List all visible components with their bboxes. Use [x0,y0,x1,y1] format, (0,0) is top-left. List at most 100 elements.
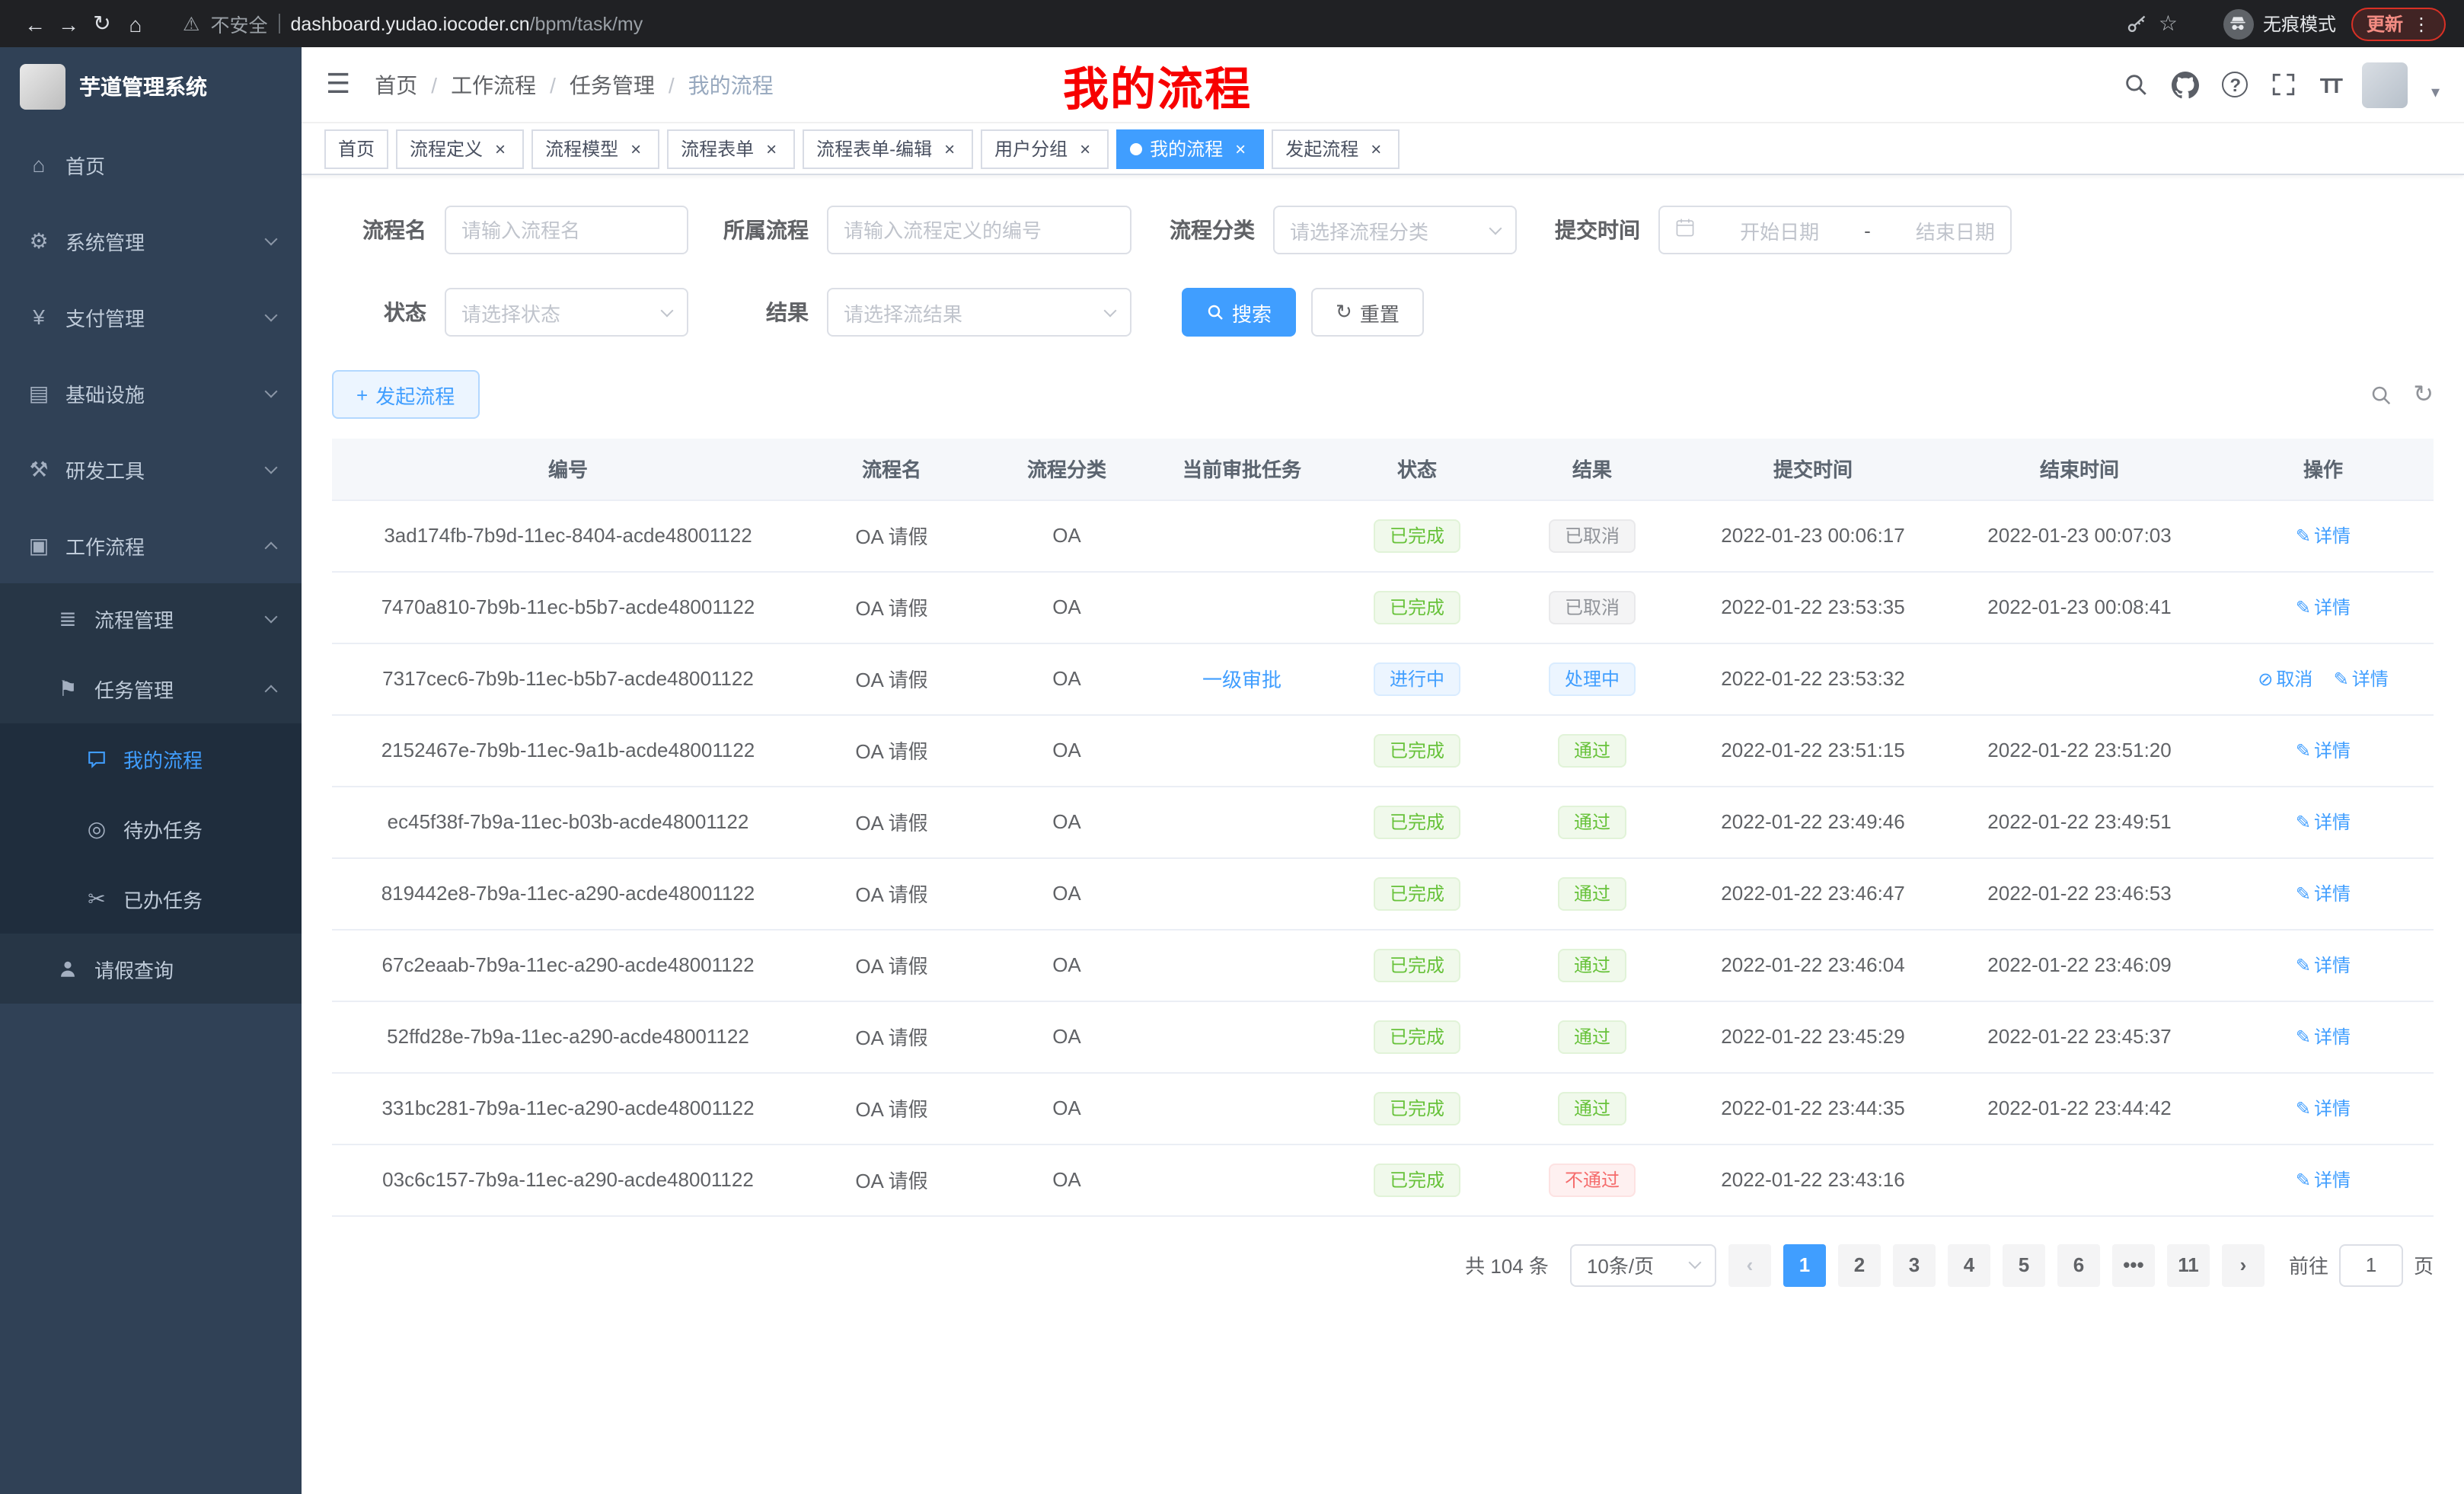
end-date-input[interactable]: 结束日期 [1916,215,1995,244]
detail-action[interactable]: ✎详情 [2296,1095,2351,1121]
page-button[interactable]: 3 [1893,1243,1936,1286]
breadcrumb-home[interactable]: 首页 [375,69,417,100]
goto-page-input[interactable] [2339,1243,2403,1286]
start-date-input[interactable]: 开始日期 [1740,215,1819,244]
detail-action[interactable]: ✎详情 [2334,666,2389,691]
next-page-button[interactable]: › [2222,1243,2265,1286]
prev-page-button[interactable]: ‹ [1728,1243,1771,1286]
page-button[interactable]: 4 [1948,1243,1990,1286]
star-icon[interactable]: ☆ [2159,11,2178,37]
avatar[interactable] [2363,62,2408,107]
security-label[interactable]: 不安全 [210,9,267,38]
view-tab[interactable]: 我的流程 × [1116,129,1264,168]
detail-action[interactable]: ✎详情 [2296,737,2351,763]
sidebar-item-system[interactable]: ⚙ 系统管理 [0,203,302,279]
sidebar-item-done-tasks[interactable]: ✂ 已办任务 [0,864,302,934]
search-button[interactable]: 搜索 [1182,288,1296,337]
cell-result: 处理中 [1505,643,1680,714]
cell-status: 已完成 [1329,786,1505,857]
sidebar-item-workflow[interactable]: ▣ 工作流程 [0,507,302,583]
close-icon[interactable]: × [1366,138,1386,159]
start-process-button[interactable]: + 发起流程 [332,370,479,419]
github-icon[interactable] [2172,71,2200,98]
sidebar-item-devtools[interactable]: ⚒ 研发工具 [0,431,302,507]
result-select[interactable]: 请选择流结果 [827,288,1131,337]
help-icon[interactable]: ? [2223,72,2249,97]
page-button[interactable]: ••• [2112,1243,2155,1286]
table-row: 7470a810-7b9b-11ec-b5b7-acde48001122 OA … [332,571,2434,643]
hamburger-icon[interactable]: ☰ [326,69,350,101]
menu-dots-icon[interactable]: ⋮ [2412,13,2430,34]
sidebar-item-home[interactable]: ⌂ 首页 [0,126,302,203]
close-icon[interactable]: × [1075,138,1095,159]
view-tab[interactable]: 流程模型 × [531,129,659,168]
fullscreen-icon[interactable] [2271,72,2297,97]
status-select[interactable]: 请选择状态 [445,288,688,337]
search-toggle-icon[interactable] [2369,383,2392,406]
key-icon[interactable] [2127,13,2148,34]
sidebar-item-payment[interactable]: ¥ 支付管理 [0,279,302,355]
detail-action[interactable]: ✎详情 [2296,809,2351,835]
cell-status: 进行中 [1329,643,1505,714]
view-tab[interactable]: 用户分组 × [981,129,1109,168]
back-icon[interactable]: ← [18,11,52,36]
address-bar[interactable]: ⚠ 不安全 dashboard.yudao.iocoder.cn/bpm/tas… [168,5,2193,42]
sidebar-item-my-process[interactable]: 我的流程 [0,723,302,793]
date-range-picker[interactable]: 开始日期 - 结束日期 [1658,206,2012,254]
page-button[interactable]: 5 [2003,1243,2045,1286]
detail-action[interactable]: ✎详情 [2296,1023,2351,1049]
cell-end-time: 2022-01-22 23:44:42 [1946,1072,2213,1144]
home-icon[interactable]: ⌂ [119,11,152,36]
sidebar-item-leave-query[interactable]: 请假查询 [0,934,302,1004]
close-icon[interactable]: × [626,138,646,159]
page-size-select[interactable]: 10条/页 [1570,1243,1716,1286]
close-icon[interactable]: × [490,138,510,159]
reset-button[interactable]: ↻ 重置 [1311,288,1424,337]
chevron-up-icon [265,541,278,554]
breadcrumb-task-management[interactable]: 任务管理 [570,69,655,100]
incognito-badge[interactable]: 无痕模式 [2223,8,2336,39]
detail-action[interactable]: ✎详情 [2296,952,2351,978]
breadcrumb-workflow[interactable]: 工作流程 [451,69,536,100]
task-link[interactable]: 一级审批 [1202,669,1281,691]
view-tab[interactable]: 流程定义 × [396,129,524,168]
caret-down-icon[interactable]: ▾ [2431,81,2440,101]
view-tab[interactable]: 流程表单 × [667,129,795,168]
cell-actions: ⊘取消 ✎详情 [2213,786,2434,857]
page-button[interactable]: 11 [2167,1243,2210,1286]
detail-action[interactable]: ✎详情 [2296,1167,2351,1192]
page-button[interactable]: 2 [1838,1243,1881,1286]
view-tab[interactable]: 首页 × [324,129,388,168]
close-icon[interactable]: × [761,138,781,159]
view-tab[interactable]: 流程表单-编辑 × [803,129,973,168]
close-icon[interactable]: × [940,138,959,159]
process-name-input[interactable] [445,206,688,254]
detail-action[interactable]: ✎详情 [2296,880,2351,906]
sidebar-item-todo-tasks[interactable]: ◎ 待办任务 [0,793,302,864]
breadcrumb-current: 我的流程 [688,69,774,100]
sidebar-item-process-management[interactable]: ≣ 流程管理 [0,583,302,653]
close-icon[interactable]: × [1230,138,1250,159]
font-size-icon[interactable]: TT [2320,72,2340,97]
cell-actions: ⊘取消 ✎详情 [2213,1144,2434,1215]
update-button[interactable]: 更新 ⋮ [2351,7,2446,40]
view-tab[interactable]: 发起流程 × [1272,129,1400,168]
sidebar-item-infrastructure[interactable]: ▤ 基础设施 [0,355,302,431]
date-separator: - [1864,219,1871,241]
cell-result: 不通过 [1505,1144,1680,1215]
url-text[interactable]: dashboard.yudao.iocoder.cn/bpm/task/my [290,13,643,34]
status-badge: 已完成 [1374,733,1460,767]
forward-icon[interactable]: → [52,11,85,36]
cancel-action[interactable]: ⊘取消 [2258,666,2312,691]
page-button[interactable]: 6 [2057,1243,2100,1286]
category-select[interactable]: 请选择流程分类 [1273,206,1517,254]
search-icon[interactable] [2124,72,2150,97]
table-header-row: 编号 流程名 流程分类 当前审批任务 状态 结果 提交时间 结束时间 操作 [332,439,2434,500]
refresh-icon[interactable]: ↻ [2413,379,2434,410]
detail-action[interactable]: ✎详情 [2296,594,2351,620]
reload-icon[interactable]: ↻ [85,11,119,37]
detail-action[interactable]: ✎详情 [2296,522,2351,548]
page-button[interactable]: 1 [1783,1243,1826,1286]
process-def-input[interactable] [827,206,1131,254]
sidebar-item-task-management[interactable]: ⚑ 任务管理 [0,653,302,723]
